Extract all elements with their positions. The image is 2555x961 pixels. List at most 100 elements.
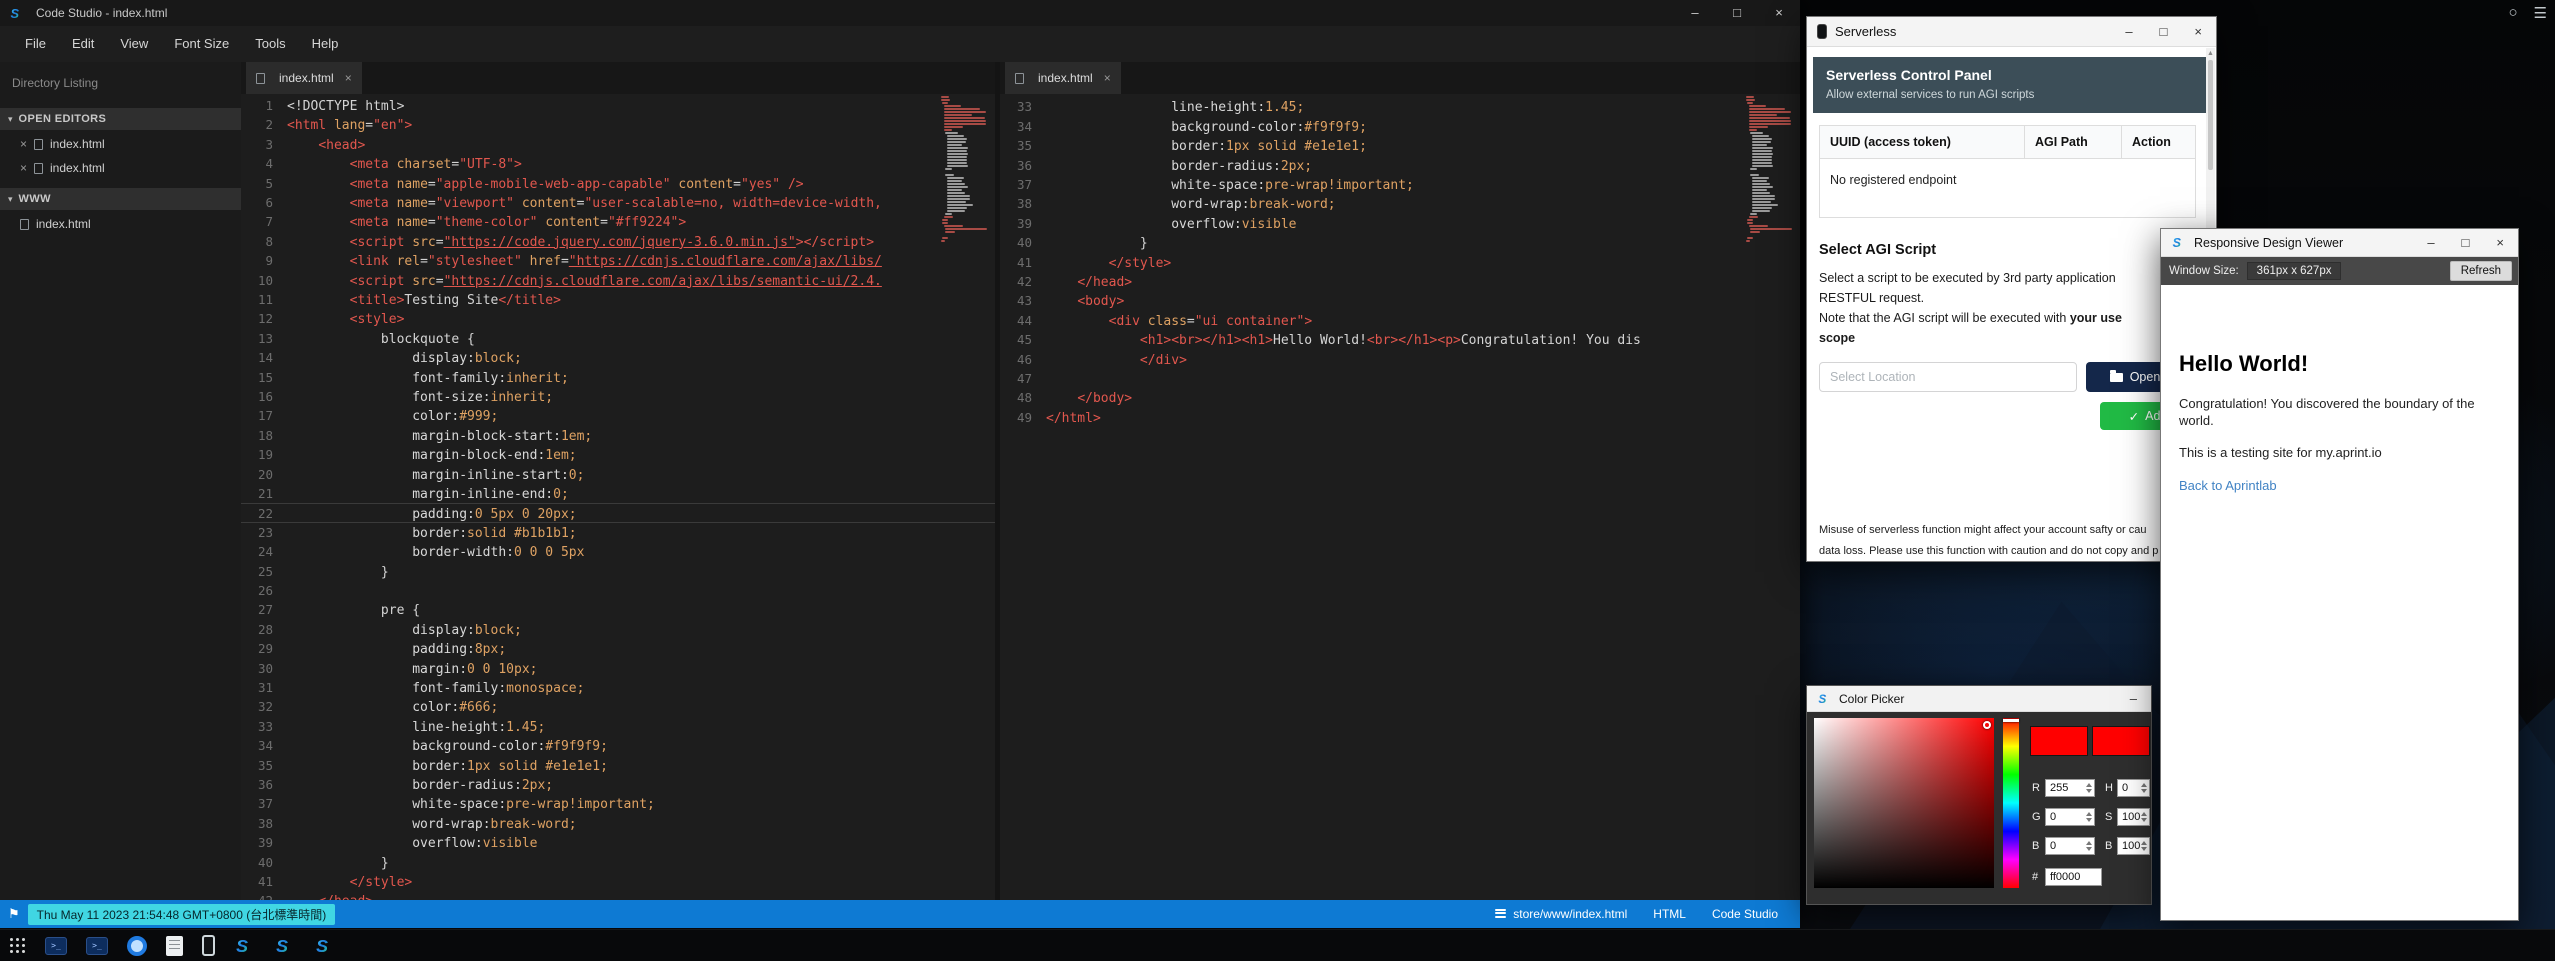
menu-view[interactable]: View — [107, 26, 161, 62]
code-line-15[interactable]: 15 font-family:inherit; — [241, 368, 995, 387]
hue-value-input[interactable]: 0 — [2117, 779, 2150, 797]
code-line-35[interactable]: 35 border:1px solid #e1e1e1; — [1000, 136, 1800, 155]
code-line-5[interactable]: 5 <meta name="apple-mobile-web-app-capab… — [241, 174, 995, 193]
code-line-23[interactable]: 23 border:solid #b1b1b1; — [241, 523, 995, 542]
brightness-value-input[interactable]: 100 — [2117, 837, 2150, 855]
code-line-33[interactable]: 33 line-height:1.45; — [241, 717, 995, 736]
code-line-49[interactable]: 49</html> — [1000, 408, 1800, 427]
title-bar[interactable]: S Responsive Design Viewer – □ × — [2161, 229, 2518, 257]
scroll-up-icon[interactable]: ▲ — [2206, 48, 2215, 57]
code-line-30[interactable]: 30 margin:0 0 10px; — [241, 659, 995, 678]
code-line-33[interactable]: 33 line-height:1.45; — [1000, 97, 1800, 116]
code-studio-taskbar-icon[interactable]: S — [314, 935, 335, 956]
sidebar-item-index.html[interactable]: index.html — [0, 212, 241, 236]
code-line-32[interactable]: 32 color:#666; — [241, 697, 995, 716]
code-line-7[interactable]: 7 <meta name="theme-color" content="#ff9… — [241, 212, 995, 231]
maximize-icon[interactable]: □ — [2462, 235, 2470, 250]
stepper[interactable] — [2086, 783, 2092, 793]
code-line-41[interactable]: 41 </style> — [1000, 253, 1800, 272]
code-line-8[interactable]: 8 <script src="https://code.jquery.com/j… — [241, 232, 995, 251]
code-line-40[interactable]: 40 } — [241, 853, 995, 872]
minimize-icon[interactable]: – — [2130, 691, 2137, 706]
stepper[interactable] — [2141, 783, 2147, 793]
sidebar-item-index.html[interactable]: ×index.html — [0, 156, 241, 180]
code-line-18[interactable]: 18 margin-block-start:1em; — [241, 426, 995, 445]
code-line-34[interactable]: 34 background-color:#f9f9f9; — [1000, 117, 1800, 136]
code-line-3[interactable]: 3 <head> — [241, 135, 995, 154]
minimize-icon[interactable]: – — [1674, 0, 1716, 26]
app-launcher-icon[interactable] — [10, 938, 26, 954]
code-line-11[interactable]: 11 <title>Testing Site</title> — [241, 290, 995, 309]
previous-color-swatch[interactable] — [2092, 726, 2150, 756]
code-line-44[interactable]: 44 <div class="ui container"> — [1000, 311, 1800, 330]
code-line-37[interactable]: 37 white-space:pre-wrap!important; — [241, 794, 995, 813]
code-line-34[interactable]: 34 background-color:#f9f9f9; — [241, 736, 995, 755]
code-line-41[interactable]: 41 </style> — [241, 872, 995, 891]
scrollbar-thumb[interactable] — [2208, 60, 2213, 170]
green-value-input[interactable]: 0 — [2045, 808, 2095, 826]
sidebar-section-www[interactable]: ▾WWW — [0, 188, 241, 210]
blue-value-input[interactable]: 0 — [2045, 837, 2095, 855]
code-line-39[interactable]: 39 overflow:visible — [241, 833, 995, 852]
tab-index-html-1[interactable]: index.html × — [246, 62, 362, 94]
code-line-43[interactable]: 43 <body> — [1000, 291, 1800, 310]
close-icon[interactable]: × — [20, 137, 27, 151]
code-line-6[interactable]: 6 <meta name="viewport" content="user-sc… — [241, 193, 995, 212]
menu-font-size[interactable]: Font Size — [161, 26, 242, 62]
code-line-45[interactable]: 45 <h1><br></h1><h1>Hello World!<br></h1… — [1000, 330, 1800, 349]
phone-icon[interactable] — [202, 935, 215, 956]
close-icon[interactable]: × — [2194, 24, 2202, 39]
code-line-28[interactable]: 28 display:block; — [241, 620, 995, 639]
code-studio-taskbar-icon[interactable]: S — [274, 935, 295, 956]
color-cursor[interactable] — [1983, 721, 1991, 729]
code-line-2[interactable]: 2<html lang="en"> — [241, 115, 995, 134]
editor-pane-2[interactable]: 32 color:#666;33 line-height:1.45;34 bac… — [1000, 94, 1800, 900]
hue-slider[interactable] — [2003, 718, 2019, 888]
status-time[interactable]: Thu May 11 2023 21:54:48 GMT+0800 (台北標準時… — [28, 904, 336, 925]
code-line-36[interactable]: 36 border-radius:2px; — [241, 775, 995, 794]
tab-close-icon[interactable]: × — [1104, 71, 1111, 85]
code-line-46[interactable]: 46 </div> — [1000, 350, 1800, 369]
menu-tools[interactable]: Tools — [242, 26, 298, 62]
current-color-swatch[interactable] — [2030, 726, 2088, 756]
minimize-icon[interactable]: – — [2427, 235, 2434, 250]
maximize-icon[interactable]: □ — [1716, 0, 1758, 26]
menu-file[interactable]: File — [12, 26, 59, 62]
code-line-14[interactable]: 14 display:block; — [241, 348, 995, 367]
refresh-button[interactable]: Refresh — [2450, 261, 2512, 281]
code-line-27[interactable]: 27 pre { — [241, 600, 995, 619]
hex-value-input[interactable]: ff0000 — [2045, 868, 2102, 886]
tab-index-html-2[interactable]: index.html × — [1005, 62, 1121, 94]
code-line-29[interactable]: 29 padding:8px; — [241, 639, 995, 658]
stepper[interactable] — [2086, 812, 2092, 822]
menu-edit[interactable]: Edit — [59, 26, 107, 62]
code-line-38[interactable]: 38 word-wrap:break-word; — [1000, 194, 1800, 213]
code-line-21[interactable]: 21 margin-inline-end:0; — [241, 484, 995, 503]
red-value-input[interactable]: 255 — [2045, 779, 2095, 797]
terminal-icon[interactable]: >_ — [45, 937, 67, 955]
saturation-value-gradient[interactable] — [1814, 718, 1994, 888]
sidebar-item-index.html[interactable]: ×index.html — [0, 132, 241, 156]
sidebar-section-open-editors[interactable]: ▾OPEN EDITORS — [0, 108, 241, 130]
title-bar[interactable]: S Color Picker – — [1807, 686, 2151, 712]
code-line-39[interactable]: 39 overflow:visible — [1000, 214, 1800, 233]
status-file[interactable]: store/www/index.html — [1495, 907, 1627, 921]
status-language[interactable]: HTML — [1653, 907, 1686, 921]
stepper[interactable] — [2086, 841, 2092, 851]
code-line-17[interactable]: 17 color:#999; — [241, 406, 995, 425]
code-line-42[interactable]: 42 </head> — [241, 891, 995, 900]
select-location-input[interactable] — [1819, 362, 2077, 392]
minimap[interactable] — [1746, 96, 1794, 243]
minimap[interactable] — [941, 96, 989, 243]
code-line-24[interactable]: 24 border-width:0 0 0 5px — [241, 542, 995, 561]
loading-spinner-icon[interactable]: ○ — [2508, 4, 2517, 22]
code-line-13[interactable]: 13 blockquote { — [241, 329, 995, 348]
code-line-40[interactable]: 40 } — [1000, 233, 1800, 252]
code-line-16[interactable]: 16 font-size:inherit; — [241, 387, 995, 406]
code-line-48[interactable]: 48 </body> — [1000, 388, 1800, 407]
browser-icon[interactable] — [127, 936, 147, 956]
menu-help[interactable]: Help — [299, 26, 352, 62]
stepper[interactable] — [2141, 812, 2147, 822]
maximize-icon[interactable]: □ — [2160, 24, 2168, 39]
tab-close-icon[interactable]: × — [345, 71, 352, 85]
